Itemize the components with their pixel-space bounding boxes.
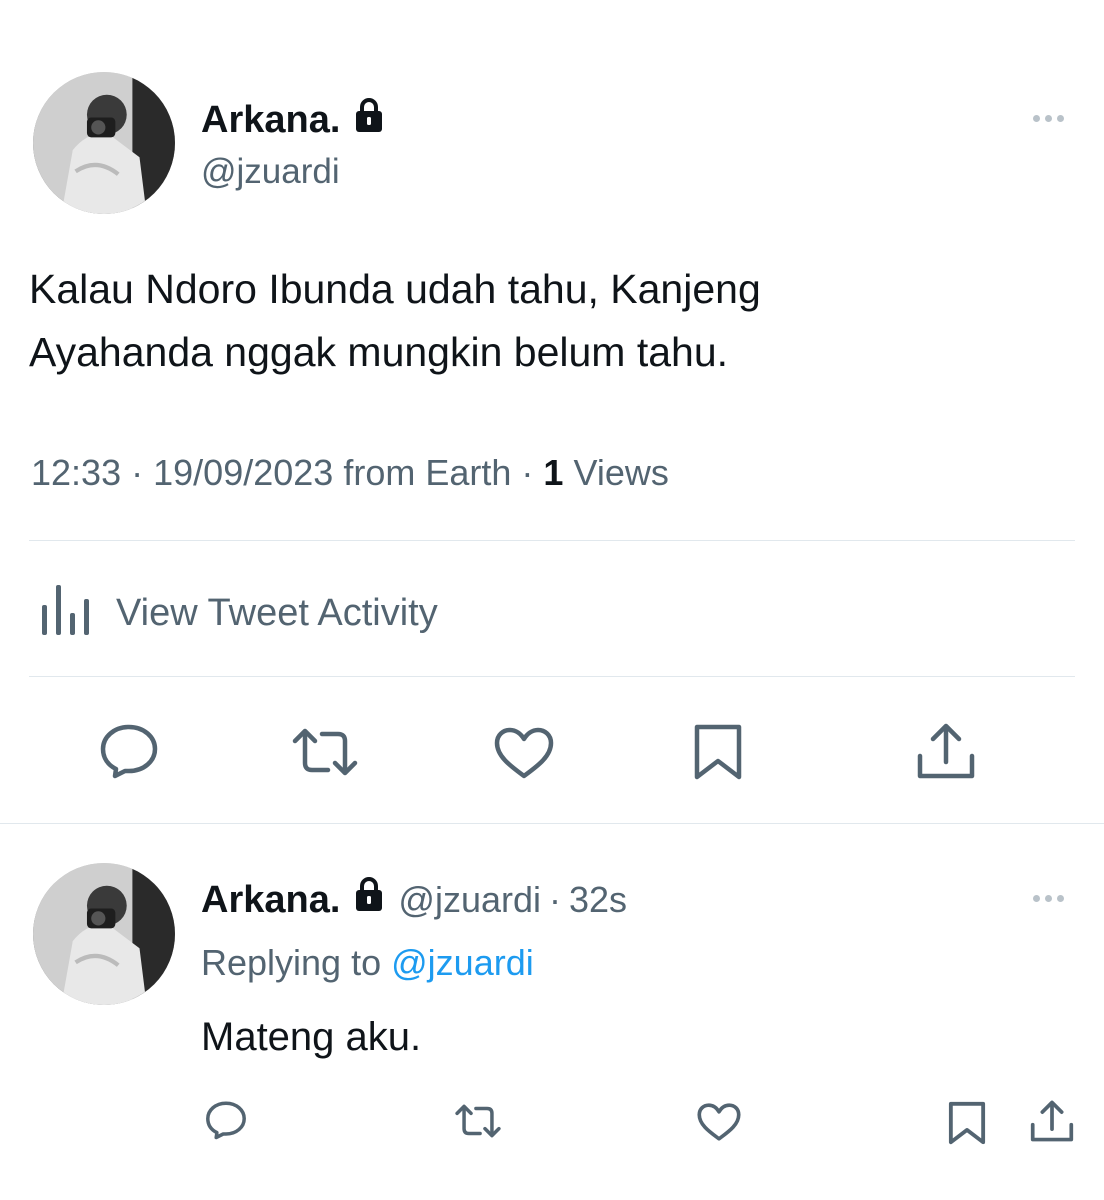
tweet-time[interactable]: 12:33 (31, 452, 121, 493)
retweet-button[interactable] (455, 1103, 501, 1139)
reply-text: Mateng aku. (201, 1015, 422, 1059)
lock-icon (354, 876, 384, 923)
views-count: 1 (543, 452, 564, 493)
bookmark-button[interactable] (692, 723, 744, 781)
retweet-button[interactable] (292, 727, 358, 777)
avatar[interactable] (33, 863, 175, 1005)
divider (29, 676, 1075, 677)
view-tweet-activity[interactable]: View Tweet Activity (40, 585, 438, 640)
more-horizontal-icon[interactable] (1033, 115, 1064, 122)
replying-to: Replying to @jzuardi (201, 940, 534, 986)
tweet-meta: 12:33 · 19/09/2023 from Earth · 1 Views (31, 450, 669, 496)
author-name[interactable]: Arkana. (201, 98, 340, 142)
replying-to-handle[interactable]: @jzuardi (391, 942, 534, 983)
divider (29, 540, 1075, 541)
divider (0, 823, 1104, 824)
replying-to-label: Replying to (201, 942, 382, 983)
meta-separator: · (549, 878, 561, 920)
like-button[interactable] (697, 1103, 741, 1141)
tweet-text-line: Ayahanda nggak mungkin belum tahu. (29, 329, 729, 375)
tweet-text: Kalau Ndoro Ibunda udah tahu, Kanjeng Ay… (29, 258, 761, 384)
meta-separator: · (131, 452, 144, 493)
reply-button[interactable] (205, 1100, 247, 1140)
avatar[interactable] (33, 72, 175, 214)
reply-button[interactable] (99, 723, 159, 779)
share-button[interactable] (915, 722, 977, 780)
views-label: Views (573, 452, 669, 493)
like-button[interactable] (494, 727, 554, 779)
lock-icon (354, 97, 384, 143)
reply-author-handle[interactable]: @jzuardi (398, 877, 541, 923)
reply-time[interactable]: 32s (569, 877, 627, 923)
bar-chart-icon (40, 585, 94, 640)
reply-author-name[interactable]: Arkana. (201, 877, 340, 923)
tweet-source: from Earth (343, 452, 512, 493)
view-tweet-activity-label: View Tweet Activity (116, 591, 438, 634)
tweet-date[interactable]: 19/09/2023 (153, 452, 333, 493)
share-button[interactable] (1029, 1099, 1075, 1143)
meta-separator: · (521, 452, 534, 493)
tweet-text-line: Kalau Ndoro Ibunda udah tahu, Kanjeng (29, 266, 761, 312)
more-horizontal-icon[interactable] (1033, 895, 1064, 902)
bookmark-button[interactable] (947, 1100, 987, 1146)
author-handle[interactable]: @jzuardi (201, 150, 340, 194)
